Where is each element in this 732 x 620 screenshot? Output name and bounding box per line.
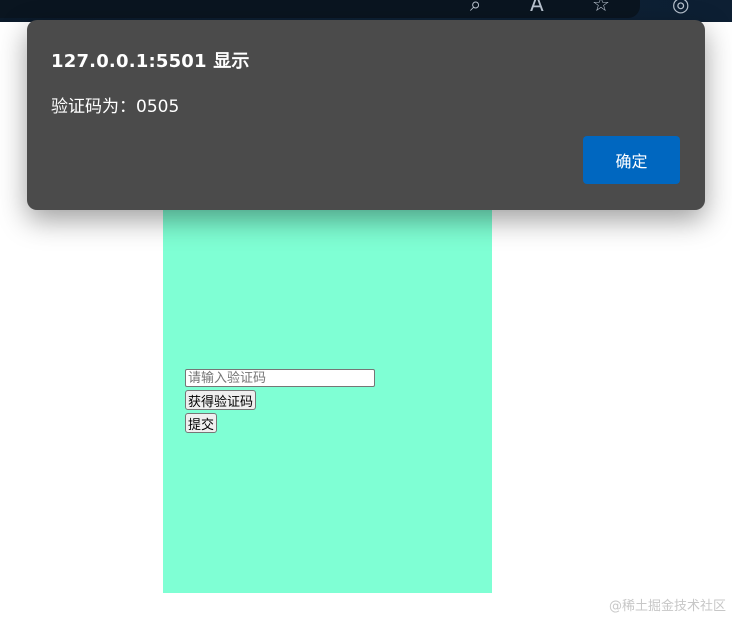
ok-button[interactable]: 确定	[583, 136, 680, 184]
verification-code-input[interactable]	[185, 369, 375, 387]
favorites-icon[interactable]: ☆	[592, 0, 610, 14]
address-bar[interactable]	[0, 0, 640, 18]
watermark: @稀土掘金技术社区	[608, 599, 726, 614]
alert-dialog: 127.0.0.1:5501 显示 验证码为：0505 确定	[27, 20, 705, 210]
profile-icon[interactable]: ◎	[672, 0, 689, 14]
search-icon[interactable]: ⌕	[470, 0, 481, 14]
content-panel: 获得验证码 提交	[163, 205, 492, 593]
get-code-button[interactable]: 获得验证码	[185, 390, 257, 410]
verification-form: 获得验证码 提交	[185, 369, 375, 433]
dialog-title: 127.0.0.1:5501 显示	[51, 51, 250, 72]
submit-button[interactable]: 提交	[185, 413, 218, 433]
dialog-message: 验证码为：0505	[51, 97, 180, 117]
browser-toolbar: ⌕ A ☆ ◎	[0, 0, 732, 22]
read-aloud-icon[interactable]: A	[530, 0, 544, 14]
